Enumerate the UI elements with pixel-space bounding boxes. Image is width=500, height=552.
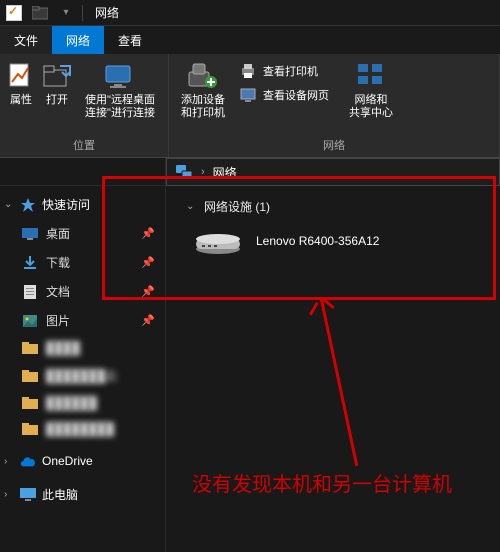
ribbon-properties-label: 属性 [10,94,32,107]
device-item[interactable]: Lenovo R6400-356A12 [186,227,492,255]
tab-row: 文件 网络 查看 [0,26,500,54]
ribbon-group-location: 属性 打开 使用"远程桌面 连接"进行连接 位置 [0,54,169,157]
ribbon-rdc-button[interactable]: 使用"远程桌面 连接"进行连接 [78,58,162,120]
pin-icon: 📌 [141,256,155,269]
ribbon-network-center-button[interactable]: 网络和 共享中心 [343,58,399,120]
add-device-icon [187,60,219,92]
nav-folder-3[interactable]: ██████ [0,390,165,416]
ribbon-properties-button[interactable]: 属性 [6,58,36,107]
tab-view[interactable]: 查看 [104,26,156,54]
address-bar[interactable]: › 网络 [166,158,500,186]
network-location-icon [175,164,193,180]
downloads-icon [22,256,38,270]
qat-properties-icon[interactable] [4,3,24,23]
breadcrumb-sep-icon: › [201,166,205,178]
ribbon-group-network-label: 网络 [169,135,499,157]
nav-desktop[interactable]: 桌面 📌 [0,219,165,248]
nav-onedrive[interactable]: › OneDrive [0,448,165,474]
device-name-label: Lenovo R6400-356A12 [256,234,379,248]
nav-onedrive-label: OneDrive [42,454,93,468]
onedrive-icon [20,454,36,468]
sidebar-gap [0,158,165,186]
nav-folder-2-label: ███████此 [46,367,118,384]
nav-this-pc-label: 此电脑 [42,486,78,503]
nav-downloads-label: 下载 [46,254,70,271]
properties-icon [5,60,37,92]
group-network-infra-label: 网络设施 (1) [204,198,270,215]
device-page-icon [239,86,257,104]
printer-icon [239,62,257,80]
ribbon-open-label: 打开 [46,94,68,107]
tab-file[interactable]: 文件 [0,26,52,54]
folder-icon [22,396,38,410]
ribbon-group-location-label: 位置 [0,135,168,157]
titlebar: ▾ 网络 [0,0,500,26]
network-center-icon [355,60,387,92]
content-area: › 网络 ⌄ 网络设施 (1) Lenovo R6400-356A12 [166,158,500,552]
nav-documents[interactable]: 文档 📌 [0,277,165,306]
nav-folder-4-label: ████████ [46,422,114,436]
ribbon-view-device-page-button[interactable]: 查看设备网页 [235,84,333,106]
nav-folder-1-label: ████ [46,341,80,355]
nav-this-pc[interactable]: › 此电脑 [0,480,165,509]
nav-folder-1[interactable]: ████ [0,335,165,361]
pin-icon: 📌 [141,227,155,240]
qat-dropdown-icon[interactable]: ▾ [56,3,76,23]
star-icon [20,198,36,212]
nav-folder-4[interactable]: ████████ [0,416,165,442]
ribbon-group-network: 添加设备 和打印机 查看打印机 查看设备网页 网络和 共享中心 网络 [169,54,500,157]
open-icon [41,60,73,92]
nav-quick-access[interactable]: ⌄ 快速访问 [0,190,165,219]
ribbon-open-button[interactable]: 打开 [40,58,74,107]
nav-folder-2[interactable]: ███████此 [0,361,165,390]
body: ⌄ 快速访问 桌面 📌 下载 📌 文档 📌 图片 [0,158,500,552]
nav-pictures-label: 图片 [46,312,70,329]
desktop-icon [22,227,38,241]
ribbon-add-device-button[interactable]: 添加设备 和打印机 [175,58,231,120]
ribbon-add-device-label: 添加设备 和打印机 [181,94,225,120]
nav-desktop-label: 桌面 [46,225,70,242]
ribbon-view-printers-button[interactable]: 查看打印机 [235,60,333,82]
pin-icon: 📌 [141,285,155,298]
pictures-icon [22,314,38,328]
folder-icon [22,422,38,436]
nav-folder-3-label: ██████ [46,396,97,410]
chevron-right-icon: › [4,456,14,467]
rdc-icon [104,60,136,92]
nav-downloads[interactable]: 下载 📌 [0,248,165,277]
chevron-down-icon: ⌄ [4,199,14,210]
qat-folder-icon[interactable] [30,3,50,23]
ribbon: 属性 打开 使用"远程桌面 连接"进行连接 位置 添加设备 和打印机 查看打印机 [0,54,500,158]
window-title: 网络 [95,4,119,21]
ribbon-network-center-label: 网络和 共享中心 [349,94,393,120]
group-network-infra[interactable]: ⌄ 网络设施 (1) [186,198,492,215]
chevron-right-icon: › [4,489,14,500]
ribbon-view-printers-label: 查看打印机 [263,63,318,79]
folder-icon [22,341,38,355]
divider [82,5,83,21]
nav-tree: ⌄ 快速访问 桌面 📌 下载 📌 文档 📌 图片 [0,186,165,513]
documents-icon [22,285,38,299]
folder-icon [22,369,38,383]
nav-documents-label: 文档 [46,283,70,300]
file-pane[interactable]: ⌄ 网络设施 (1) Lenovo R6400-356A12 [166,186,500,263]
router-icon [194,227,242,255]
breadcrumb-network[interactable]: 网络 [213,164,237,181]
pc-icon [20,488,36,502]
nav-quick-access-label: 快速访问 [42,196,90,213]
pin-icon: 📌 [141,314,155,327]
tab-network[interactable]: 网络 [52,26,104,54]
sidebar: ⌄ 快速访问 桌面 📌 下载 📌 文档 📌 图片 [0,158,166,552]
ribbon-rdc-label: 使用"远程桌面 连接"进行连接 [85,94,155,120]
chevron-down-icon: ⌄ [186,201,196,212]
nav-pictures[interactable]: 图片 📌 [0,306,165,335]
ribbon-view-device-page-label: 查看设备网页 [263,87,329,103]
